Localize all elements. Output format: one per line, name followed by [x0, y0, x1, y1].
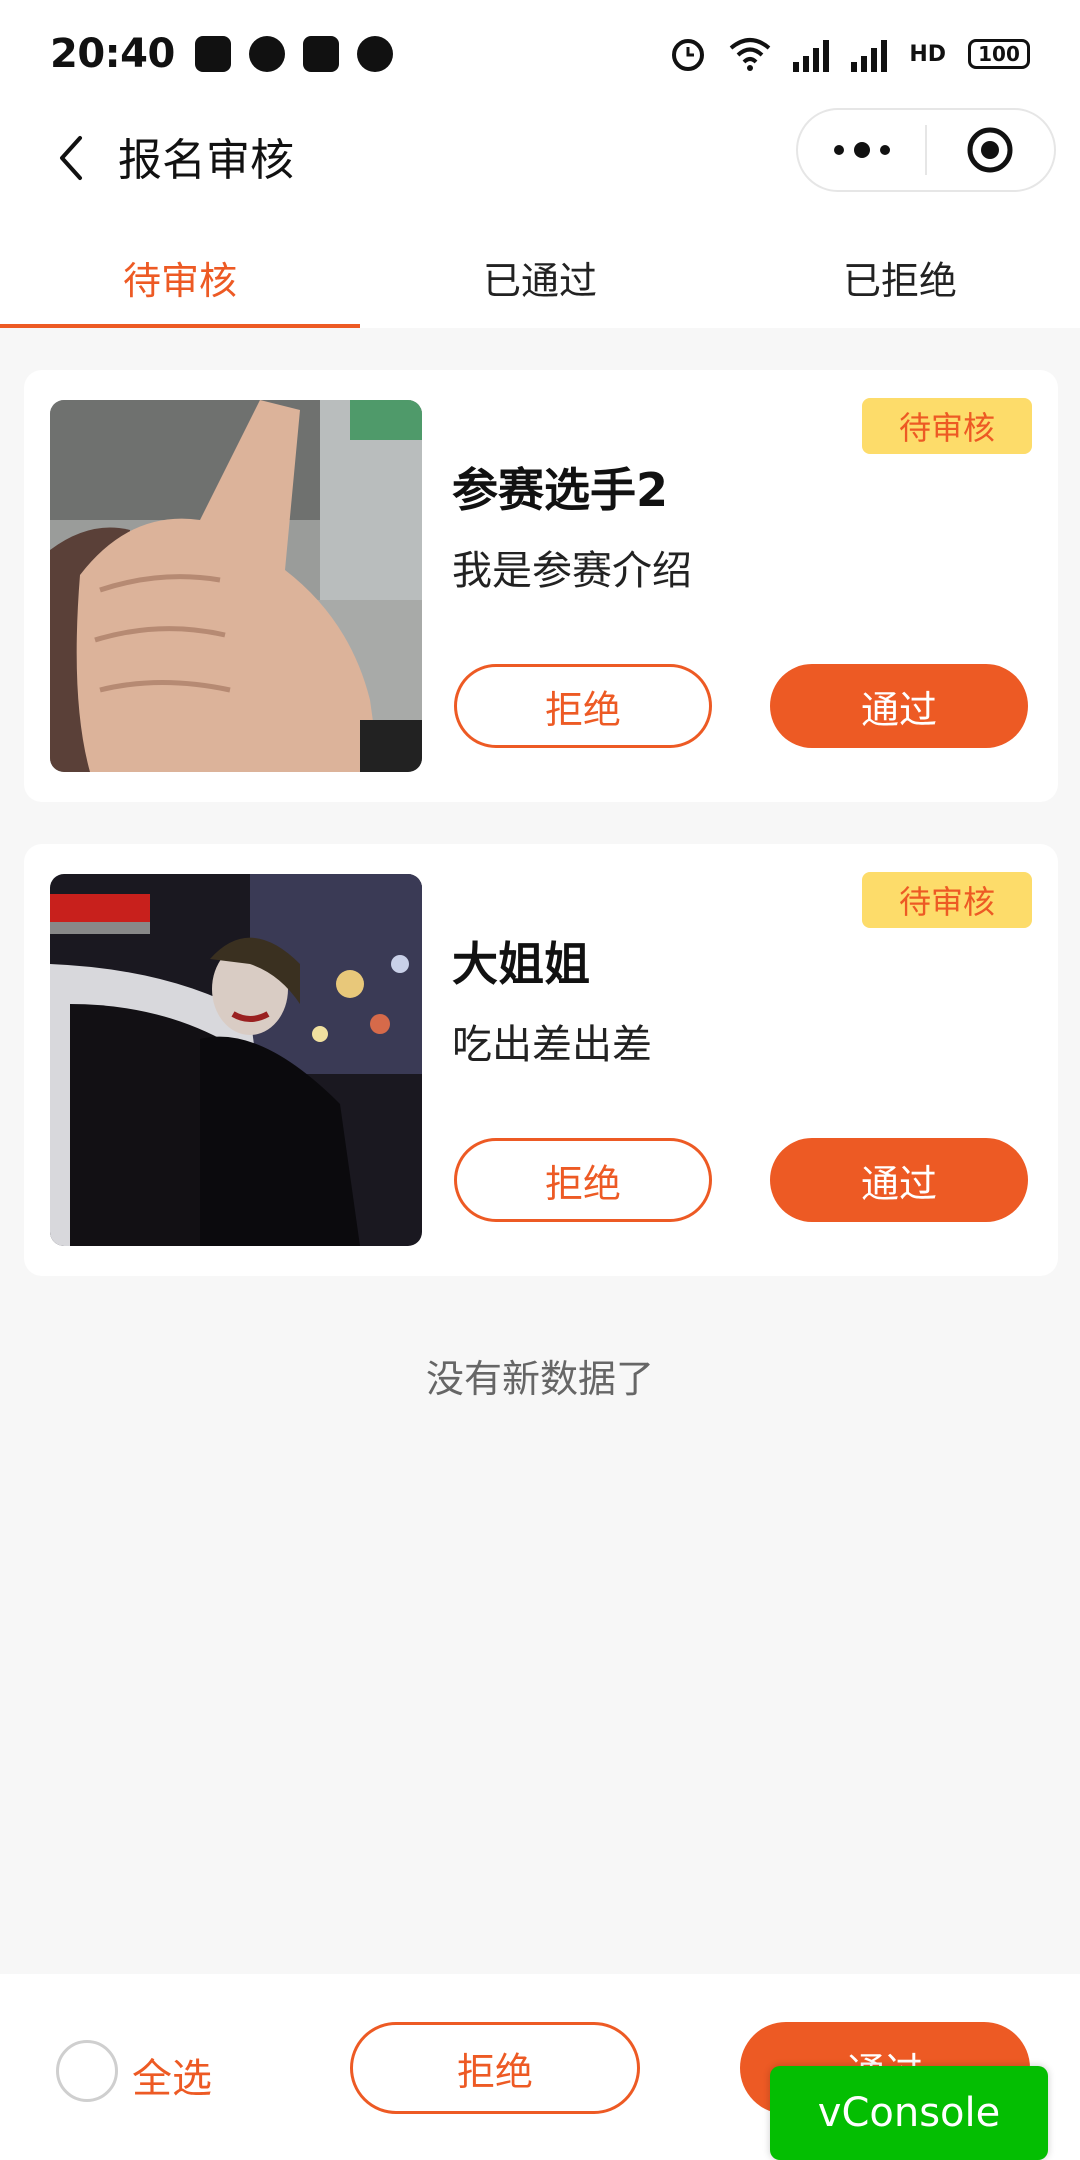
- close-miniprogram-icon[interactable]: [927, 110, 1054, 190]
- joker-car-photo: [50, 874, 422, 1246]
- status-badge: 待审核: [862, 398, 1032, 454]
- thumbs-up-photo: [50, 400, 422, 772]
- entry-card: 待审核 大姐姐 吃出差出差 拒绝 通过: [24, 844, 1058, 1276]
- batch-reject-button[interactable]: 拒绝: [350, 2022, 640, 2114]
- page-title: 报名审核: [118, 135, 294, 186]
- tab-rejected[interactable]: 已拒绝: [720, 226, 1080, 328]
- notification-icons: [194, 36, 393, 72]
- reject-button[interactable]: 拒绝: [454, 664, 712, 748]
- list-end-text: 没有新数据了: [425, 1357, 654, 1401]
- cell-signal-1-icon: [793, 36, 830, 72]
- back-icon[interactable]: [46, 130, 102, 186]
- reject-button[interactable]: 拒绝: [454, 1138, 712, 1222]
- tab-pending[interactable]: 待审核: [0, 226, 360, 328]
- alipay-icon: [194, 36, 231, 72]
- vconsole-button[interactable]: vConsole: [770, 2066, 1048, 2160]
- nav-bar: 报名审核: [0, 108, 1080, 226]
- message-icon: [356, 36, 393, 72]
- app-notification-icon: [248, 36, 285, 72]
- wifi-icon: [730, 38, 771, 71]
- entry-photo: [50, 874, 422, 1246]
- hd-icon: HD: [909, 41, 946, 67]
- entrant-intro: 吃出差出差: [452, 1022, 652, 1068]
- approve-button[interactable]: 通过: [770, 1138, 1028, 1222]
- entry-photo: [50, 400, 422, 772]
- select-all-checkbox[interactable]: [56, 2040, 118, 2102]
- status-time: 20:40: [50, 31, 175, 77]
- review-page: 20:40 HD 100 报名审核 待审核 已通过 已拒绝 待审核 参赛选手2 …: [0, 0, 1080, 2160]
- status-bar: 20:40 HD 100: [0, 0, 1080, 108]
- entrant-name: 参赛选手2: [452, 463, 669, 517]
- status-badge: 待审核: [862, 872, 1032, 928]
- tab-approved[interactable]: 已通过: [360, 226, 720, 328]
- bilibili-icon: [302, 36, 339, 72]
- select-all-label[interactable]: 全选: [132, 2046, 212, 2104]
- entry-card: 待审核 参赛选手2 我是参赛介绍 拒绝 通过: [24, 370, 1058, 802]
- entrant-intro: 我是参赛介绍: [452, 548, 692, 594]
- battery-icon: 100: [968, 39, 1030, 69]
- approve-button[interactable]: 通过: [770, 664, 1028, 748]
- system-icons: HD 100: [669, 35, 1030, 73]
- miniprogram-capsule: [796, 108, 1056, 192]
- entrant-name: 大姐姐: [452, 937, 590, 991]
- cell-signal-2-icon: [851, 36, 888, 72]
- status-tabs: 待审核 已通过 已拒绝: [0, 226, 1080, 328]
- more-icon[interactable]: [798, 110, 925, 190]
- alarm-icon: [672, 39, 705, 71]
